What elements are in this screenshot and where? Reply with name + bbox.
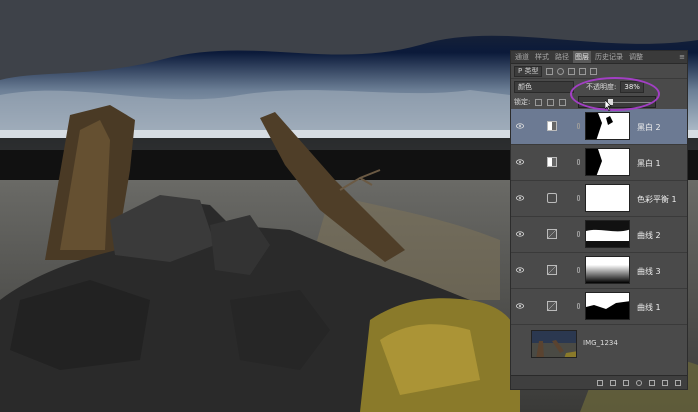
lock-label: 锁定:	[514, 98, 531, 106]
type-filter-icon[interactable]	[568, 67, 576, 75]
pixel-filter-icon[interactable]	[546, 67, 554, 75]
visibility-eye-icon[interactable]	[516, 266, 524, 274]
black-white-adjustment-icon	[547, 157, 557, 167]
curves-adjustment-icon	[547, 301, 557, 311]
panel-menu-icon[interactable]: ≡	[679, 53, 685, 61]
shape-filter-icon[interactable]	[579, 67, 587, 75]
layer-row[interactable]: 曲线 2	[511, 217, 687, 253]
tab-layers[interactable]: 图层	[573, 51, 591, 63]
adjustment-filter-icon[interactable]	[557, 67, 565, 75]
new-adjustment-icon[interactable]	[636, 379, 642, 386]
layer-row[interactable]: 黑白 2	[511, 109, 687, 145]
link-icon[interactable]	[577, 159, 580, 165]
link-icon[interactable]	[577, 195, 580, 201]
add-mask-icon[interactable]	[623, 379, 629, 386]
mouse-cursor-icon	[605, 100, 612, 111]
layer-name[interactable]: 曲线 2	[637, 230, 661, 241]
blend-mode-select[interactable]: 颜色	[514, 81, 574, 93]
visibility-eye-icon[interactable]	[516, 302, 524, 310]
kind-filter-select[interactable]: P 类型	[514, 65, 543, 77]
layer-row[interactable]: 黑白 1	[511, 145, 687, 181]
curves-adjustment-icon	[547, 229, 557, 239]
visibility-eye-icon[interactable]	[516, 194, 524, 202]
tab-adjustments[interactable]: 调整	[627, 51, 645, 63]
tab-channels[interactable]: 通道	[513, 51, 531, 63]
visibility-eye-icon[interactable]	[516, 158, 524, 166]
layer-name[interactable]: 色彩平衡 1	[637, 194, 677, 205]
layer-name[interactable]: 黑白 1	[637, 158, 661, 169]
link-icon[interactable]	[577, 123, 580, 129]
link-icon[interactable]	[577, 267, 580, 273]
layer-row[interactable]: 色彩平衡 1	[511, 181, 687, 217]
layer-mask-thumbnail[interactable]	[585, 184, 630, 212]
background-layer-row[interactable]: IMG_1234	[511, 325, 687, 363]
visibility-eye-icon[interactable]	[516, 122, 524, 130]
layer-name[interactable]: 黑白 2	[637, 122, 661, 133]
highlight-ring	[570, 77, 660, 111]
smart-object-filter-icon[interactable]	[590, 67, 598, 75]
delete-layer-icon[interactable]	[675, 379, 681, 386]
tab-paths[interactable]: 路径	[553, 51, 571, 63]
visibility-eye-icon[interactable]	[516, 230, 524, 238]
layer-name[interactable]: 曲线 1	[637, 302, 661, 313]
curves-adjustment-icon	[547, 265, 557, 275]
layer-row[interactable]: 曲线 3	[511, 253, 687, 289]
layer-style-icon[interactable]	[610, 379, 616, 386]
layer-list: 黑白 2 黑白 1 色彩平衡 1 曲线 2 曲线 3 曲线 1 IMG_1234	[511, 109, 687, 363]
lock-brush-icon[interactable]	[547, 98, 555, 106]
tab-styles[interactable]: 样式	[533, 51, 551, 63]
layer-filter-bar: P 类型	[511, 64, 687, 79]
layer-mask-thumbnail[interactable]	[585, 220, 630, 248]
tab-history[interactable]: 历史记录	[593, 51, 625, 63]
layer-mask-thumbnail[interactable]	[585, 148, 630, 176]
link-icon[interactable]	[577, 303, 580, 309]
color-balance-adjustment-icon	[547, 193, 557, 203]
lock-transparent-icon[interactable]	[535, 98, 543, 106]
new-layer-icon[interactable]	[662, 379, 668, 386]
layer-mask-thumbnail[interactable]	[585, 256, 630, 284]
lock-move-icon[interactable]	[559, 98, 567, 106]
new-group-icon[interactable]	[649, 379, 655, 386]
link-layers-icon[interactable]	[597, 379, 603, 386]
layer-name[interactable]: 曲线 3	[637, 266, 661, 277]
layer-row[interactable]: 曲线 1	[511, 289, 687, 325]
panel-tabs: 通道 样式 路径 图层 历史记录 调整 ≡	[511, 51, 687, 64]
black-white-adjustment-icon	[547, 121, 557, 131]
link-icon[interactable]	[577, 231, 580, 237]
background-thumbnail[interactable]	[531, 330, 577, 358]
background-layer-name[interactable]: IMG_1234	[583, 339, 618, 347]
layer-mask-thumbnail[interactable]	[585, 292, 630, 320]
layer-mask-thumbnail[interactable]	[585, 112, 630, 140]
layer-footer-toolbar	[511, 375, 687, 389]
